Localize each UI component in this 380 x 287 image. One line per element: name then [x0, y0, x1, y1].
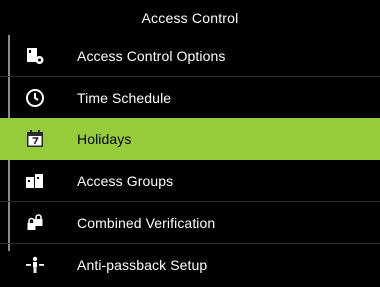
menu-item-combined-verification[interactable]: Combined Verification — [0, 202, 380, 243]
clock-icon — [25, 88, 45, 108]
menu-item-label: Access Control Options — [77, 47, 226, 64]
menu-list: Access Control Options Time Schedule Hol… — [0, 35, 380, 287]
menu-item-label: Time Schedule — [77, 89, 172, 106]
menu-item-label: Access Groups — [77, 172, 174, 189]
access-groups-icon — [25, 171, 45, 191]
menu-item-time-schedule[interactable]: Time Schedule — [0, 77, 380, 118]
menu-item-access-control-options[interactable]: Access Control Options — [0, 35, 380, 76]
access-control-options-icon — [25, 46, 45, 66]
page-title: Access Control — [0, 0, 380, 35]
anti-passback-icon — [25, 255, 45, 275]
menu-item-holidays[interactable]: Holidays — [0, 118, 380, 160]
locks-icon — [25, 213, 45, 233]
menu-item-label: Anti-passback Setup — [77, 256, 208, 273]
menu-item-access-groups[interactable]: Access Groups — [0, 160, 380, 201]
menu-item-label: Combined Verification — [77, 214, 216, 231]
menu-item-anti-passback-setup[interactable]: Anti-passback Setup — [0, 244, 380, 285]
calendar-icon — [25, 129, 45, 149]
menu-item-label: Holidays — [77, 131, 132, 147]
